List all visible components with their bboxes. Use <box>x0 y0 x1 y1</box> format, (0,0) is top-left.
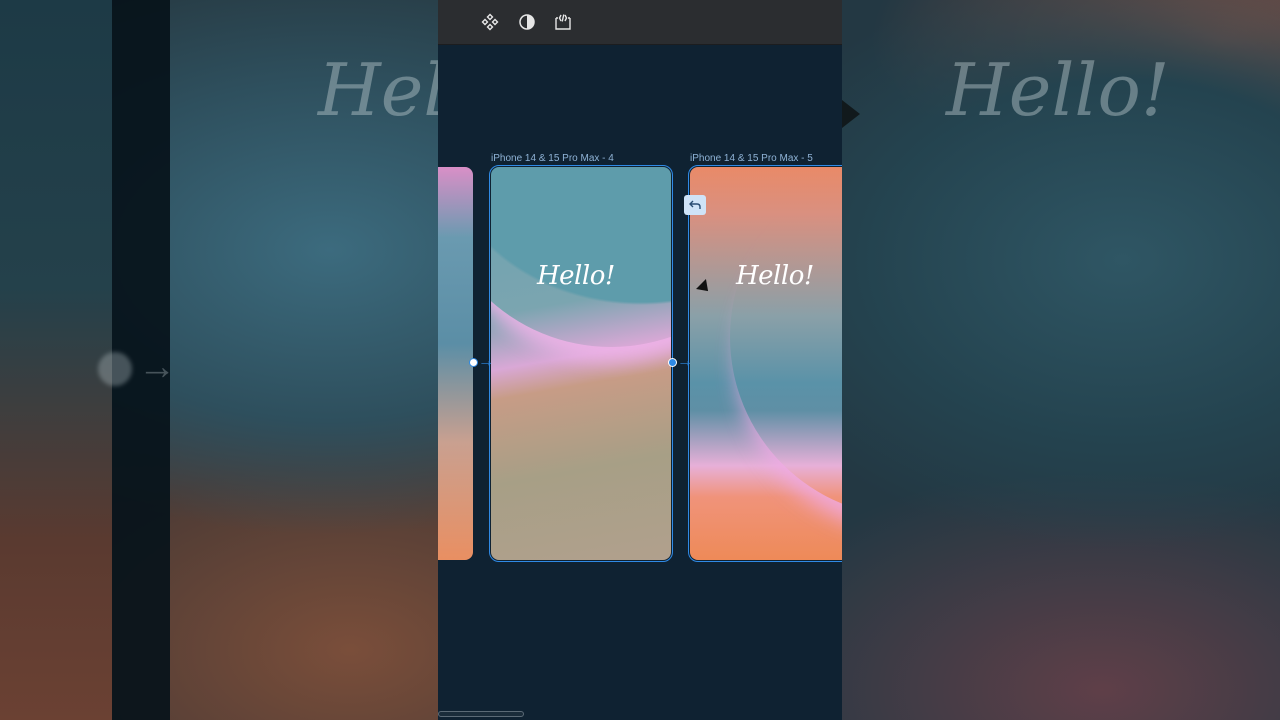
frame-glow <box>730 167 842 517</box>
design-app: iPhone 14 & 15 Pro Max - 4 Hello! iPhone… <box>438 0 842 720</box>
background-left-blur: Hello! → <box>0 0 438 720</box>
background-cursor-icon <box>842 100 860 128</box>
frame-glow <box>491 167 671 347</box>
contrast-icon[interactable] <box>515 10 539 34</box>
background-right-blur: Hello! <box>842 0 1280 720</box>
frame-partial-3[interactable] <box>438 167 473 560</box>
frame-5-hello-text[interactable]: Hello! <box>736 261 814 291</box>
frame-iphone-4[interactable]: Hello! <box>489 165 673 562</box>
frame-4-hello-text[interactable]: Hello! <box>537 261 615 291</box>
frame-label-5[interactable]: iPhone 14 & 15 Pro Max - 5 <box>690 153 813 164</box>
canvas[interactable]: iPhone 14 & 15 Pro Max - 4 Hello! iPhone… <box>438 45 842 720</box>
background-connector-dot <box>98 352 132 386</box>
frame-label-4[interactable]: iPhone 14 & 15 Pro Max - 4 <box>491 153 614 164</box>
frame-iphone-5[interactable]: Hello! <box>688 165 842 562</box>
horizontal-scrollbar[interactable] <box>438 711 524 717</box>
connector-dot-right[interactable] <box>668 358 677 367</box>
connector-dot-left[interactable] <box>469 358 478 367</box>
return-arrow-icon[interactable] <box>684 195 706 215</box>
connector-arrow-icon-2: → <box>677 353 693 370</box>
connector-arrow-icon: → <box>478 353 494 370</box>
component-icon[interactable] <box>478 10 502 34</box>
background-hello-text: Hello! <box>318 48 438 132</box>
frame-code-icon[interactable] <box>551 10 575 34</box>
toolbar <box>438 0 842 45</box>
background-strip <box>0 0 112 720</box>
background-arrow-icon: → <box>138 346 176 388</box>
background-hello-text-right: Hello! <box>946 48 1170 132</box>
